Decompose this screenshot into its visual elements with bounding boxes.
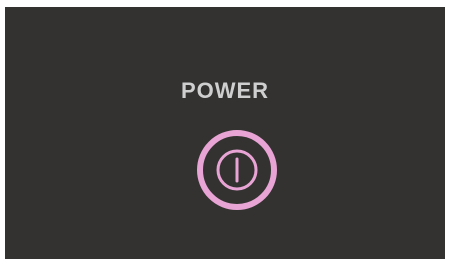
power-button[interactable] [195, 128, 279, 212]
power-screen: POWER [5, 7, 445, 259]
power-icon [197, 130, 277, 210]
power-title: POWER [180, 78, 270, 103]
